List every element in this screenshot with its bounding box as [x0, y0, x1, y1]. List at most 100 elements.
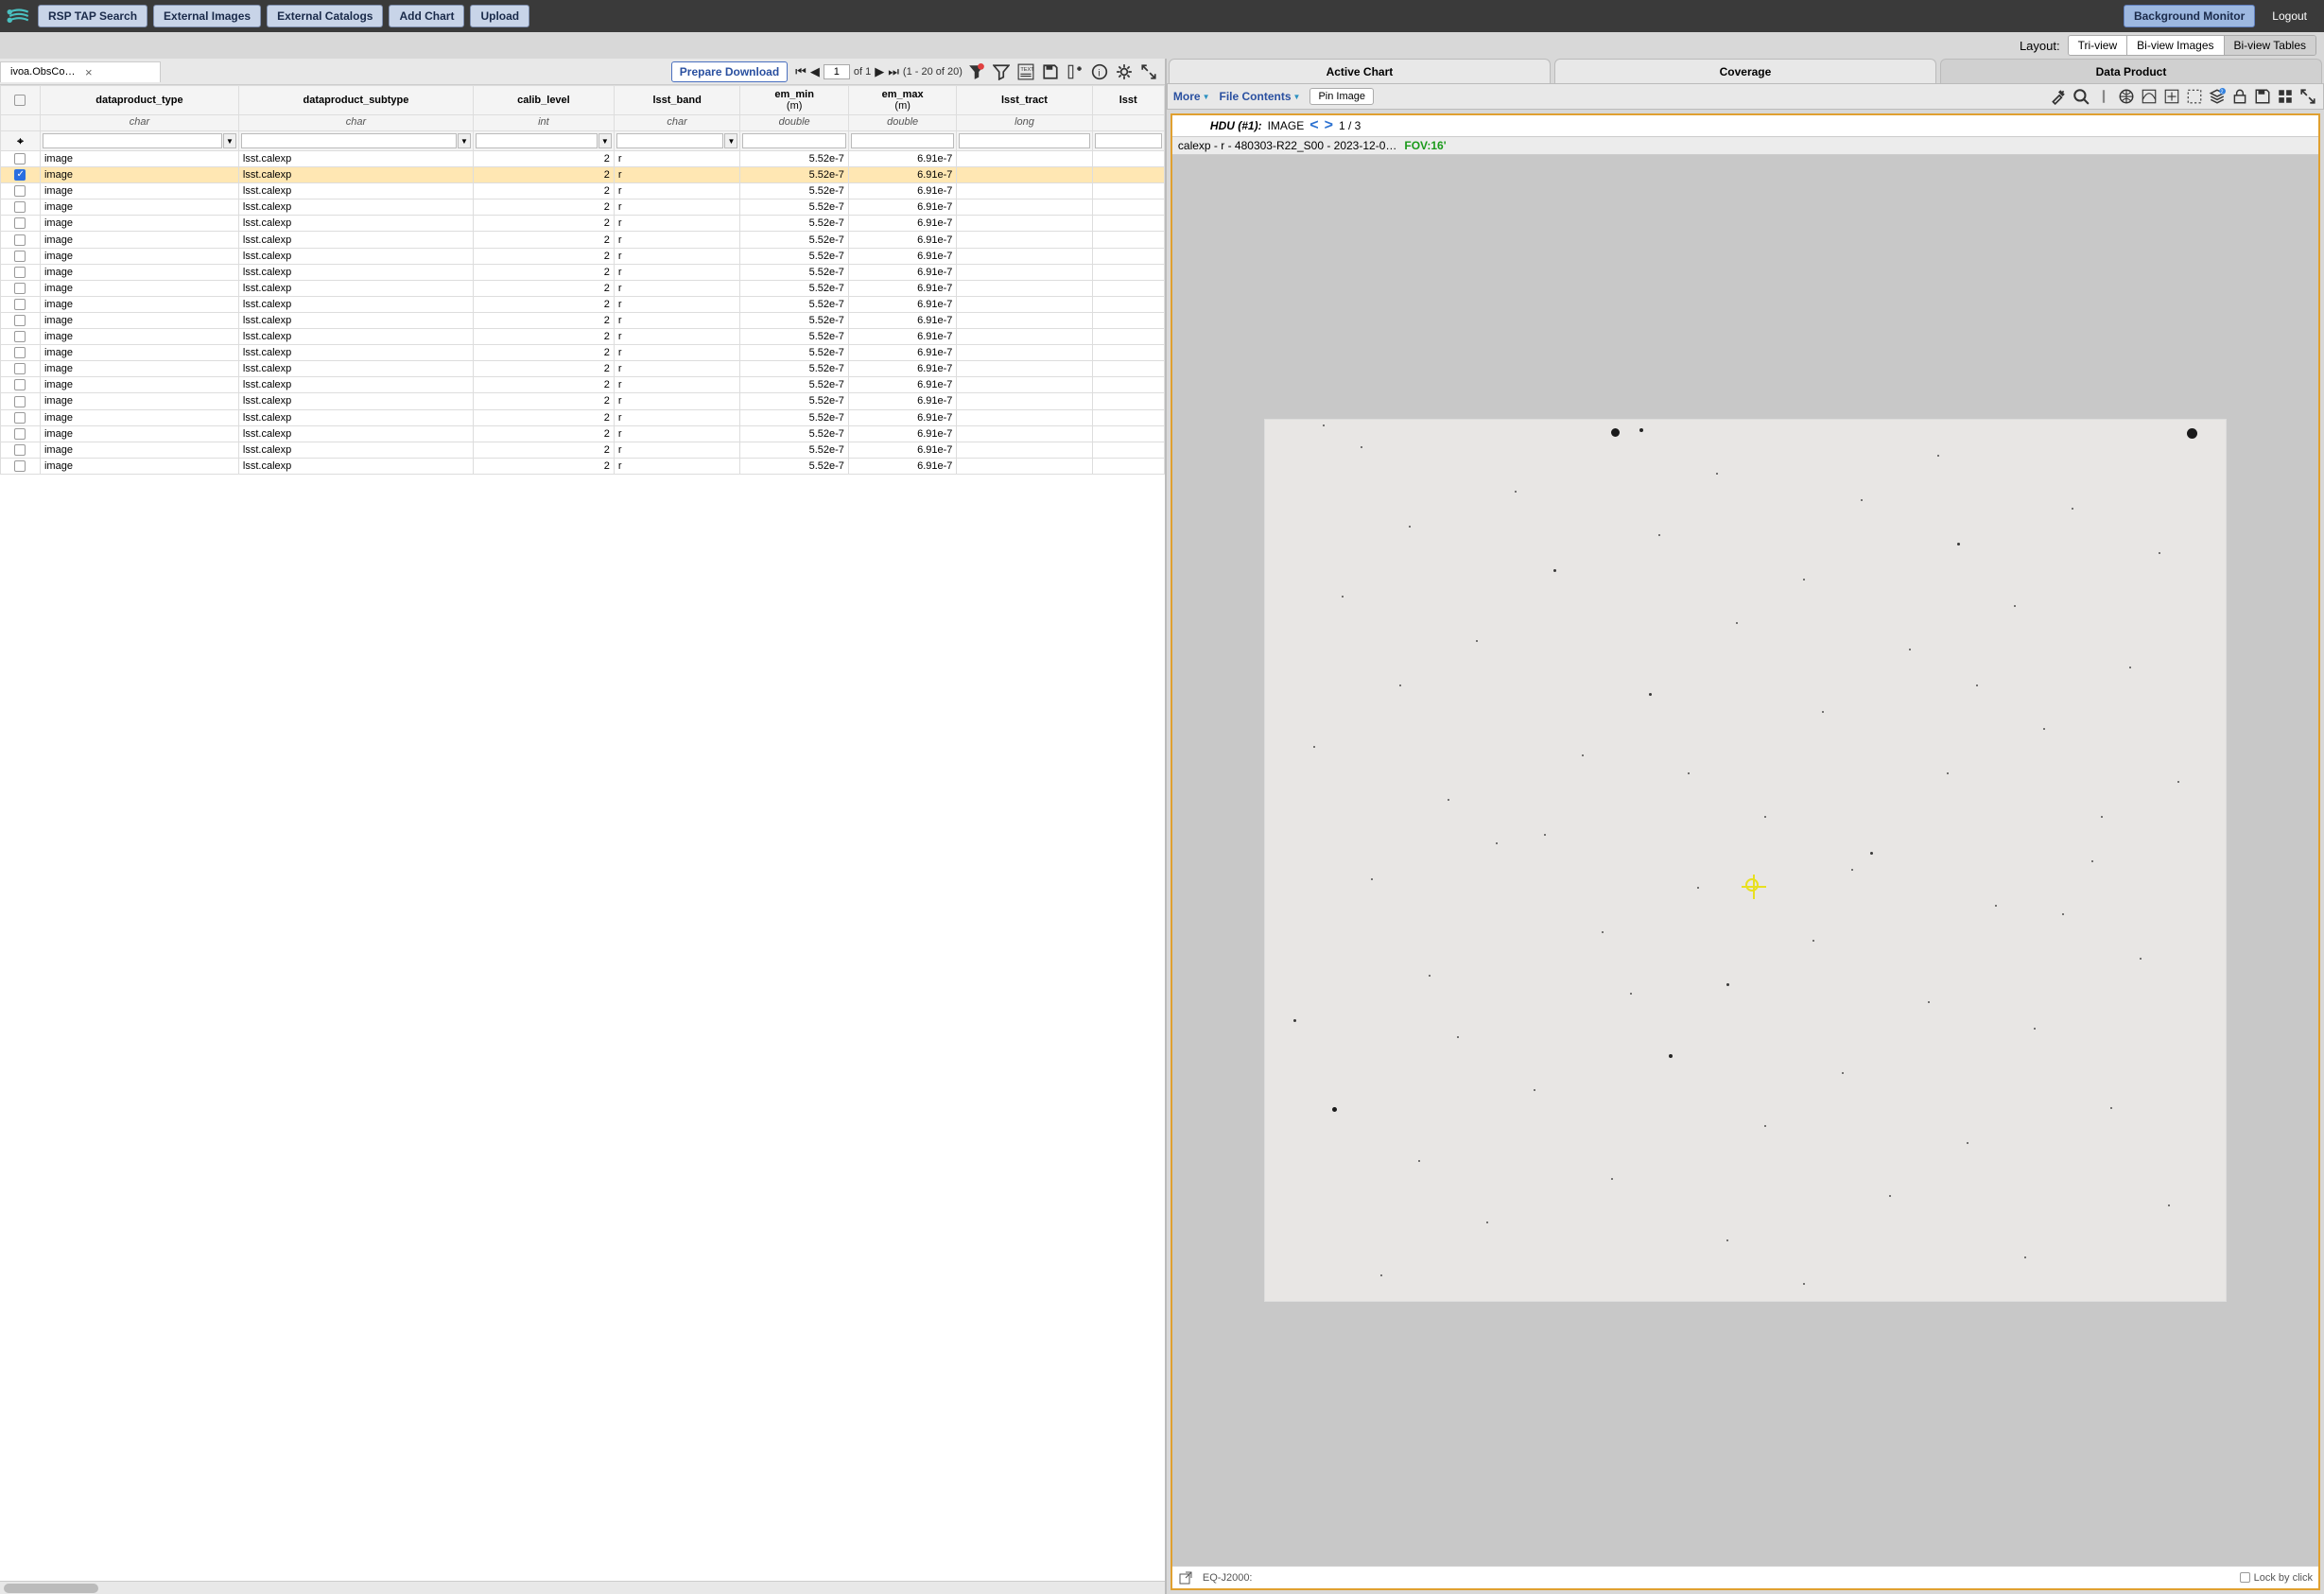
last-page-icon[interactable]: ⏭ [888, 65, 899, 78]
row-checkbox[interactable] [14, 331, 26, 342]
tab-active-chart[interactable]: Active Chart [1169, 59, 1551, 83]
filter-dropdown-dataproduct_subtype[interactable]: ▼ [458, 133, 471, 148]
filter-input-dataproduct_type[interactable] [43, 133, 222, 148]
filter-input-lsst_band[interactable] [616, 133, 724, 148]
file-contents-dropdown[interactable]: File Contents▼ [1220, 90, 1301, 103]
row-checkbox[interactable] [14, 201, 26, 213]
col-header-lsst_tract[interactable]: lsst_tract [957, 86, 1092, 115]
table-row[interactable]: imagelsst.calexp2r5.52e-76.91e-7 [1, 296, 1165, 312]
lock-icon[interactable] [2230, 87, 2249, 106]
row-checkbox[interactable] [14, 153, 26, 165]
row-checkbox[interactable] [14, 363, 26, 374]
row-checkbox[interactable] [14, 412, 26, 424]
table-row[interactable]: imagelsst.calexp2r5.52e-76.91e-7 [1, 393, 1165, 409]
filter-input-lsst[interactable] [1095, 133, 1162, 148]
background-monitor-button[interactable]: Background Monitor [2124, 5, 2255, 27]
text-view-icon[interactable]: TEXT [1017, 63, 1034, 80]
recenter-icon[interactable] [2162, 87, 2181, 106]
table-tab[interactable]: ivoa.ObsCore - data.lsst.cl... × [0, 61, 161, 82]
col-header-calib_level[interactable]: calib_level [473, 86, 614, 115]
col-header-em_min[interactable]: em_min(m) [740, 86, 849, 115]
image-canvas[interactable] [1172, 155, 2318, 1566]
table-row[interactable]: imagelsst.calexp2r5.52e-76.91e-7 [1, 329, 1165, 345]
nav-external-images[interactable]: External Images [153, 5, 261, 27]
row-checkbox[interactable] [14, 234, 26, 246]
expand-viewer-icon[interactable] [2298, 87, 2317, 106]
row-checkbox[interactable] [14, 217, 26, 229]
col-header-lsst_band[interactable]: lsst_band [614, 86, 740, 115]
lock-checkbox[interactable] [2240, 1572, 2250, 1583]
filter-input-dataproduct_subtype[interactable] [241, 133, 457, 148]
col-header-lsst[interactable]: lsst [1092, 86, 1164, 115]
nav-add-chart[interactable]: Add Chart [389, 5, 464, 27]
filter-applied-icon[interactable] [968, 63, 985, 80]
nav-external-catalogs[interactable]: External Catalogs [267, 5, 383, 27]
table-row[interactable]: imagelsst.calexp2r5.52e-76.91e-7 [1, 167, 1165, 183]
filter-input-lsst_tract[interactable] [959, 133, 1089, 148]
logout-link[interactable]: Logout [2261, 9, 2318, 23]
info-icon[interactable]: i [1091, 63, 1108, 80]
row-checkbox[interactable] [14, 347, 26, 358]
filter-input-calib_level[interactable] [476, 133, 598, 148]
table-row[interactable]: imagelsst.calexp2r5.52e-76.91e-7 [1, 377, 1165, 393]
row-checkbox[interactable] [14, 185, 26, 197]
row-checkbox[interactable] [14, 396, 26, 407]
table-row[interactable]: imagelsst.calexp2r5.52e-76.91e-7 [1, 458, 1165, 474]
row-checkbox[interactable] [14, 251, 26, 262]
table-row[interactable]: imagelsst.calexp2r5.52e-76.91e-7 [1, 151, 1165, 167]
lock-by-click[interactable]: Lock by click [2240, 1572, 2313, 1584]
popout-icon[interactable] [1178, 1570, 1193, 1585]
table-row[interactable]: imagelsst.calexp2r5.52e-76.91e-7 [1, 280, 1165, 296]
table-row[interactable]: imagelsst.calexp2r5.52e-76.91e-7 [1, 248, 1165, 264]
table-row[interactable]: imagelsst.calexp2r5.52e-76.91e-7 [1, 312, 1165, 328]
table-row[interactable]: imagelsst.calexp2r5.52e-76.91e-7 [1, 264, 1165, 280]
filter-icon[interactable]: ⌖ [17, 134, 24, 147]
filter-dropdown-calib_level[interactable]: ▼ [598, 133, 612, 148]
row-checkbox[interactable] [14, 169, 26, 181]
row-checkbox[interactable] [14, 299, 26, 310]
expand-icon[interactable] [1140, 63, 1157, 80]
globe-icon[interactable] [2117, 87, 2136, 106]
select-all-checkbox[interactable] [14, 95, 26, 106]
col-header-em_max[interactable]: em_max(m) [848, 86, 957, 115]
nav-upload[interactable]: Upload [470, 5, 529, 27]
next-page-icon[interactable]: ▶ [875, 65, 884, 78]
layout-option-tri-view[interactable]: Tri-view [2069, 36, 2128, 55]
table-row[interactable]: imagelsst.calexp2r5.52e-76.91e-7 [1, 183, 1165, 199]
filter-input-em_min[interactable] [742, 133, 846, 148]
settings-icon[interactable] [1116, 63, 1133, 80]
pin-image-button[interactable]: Pin Image [1309, 88, 1374, 105]
page-input[interactable] [824, 64, 850, 79]
row-checkbox[interactable] [14, 460, 26, 472]
next-hdu-icon[interactable]: > [1325, 118, 1333, 133]
tools-icon[interactable] [2049, 87, 2068, 106]
filter-dropdown-dataproduct_type[interactable]: ▼ [223, 133, 236, 148]
layers-icon[interactable]: 2 [2208, 87, 2227, 106]
layout-option-bi-view-images[interactable]: Bi-view Images [2127, 36, 2224, 55]
save-icon[interactable] [1042, 63, 1059, 80]
table-row[interactable]: imagelsst.calexp2r5.52e-76.91e-7 [1, 425, 1165, 442]
table-row[interactable]: imagelsst.calexp2r5.52e-76.91e-7 [1, 216, 1165, 232]
filter-input-em_max[interactable] [851, 133, 955, 148]
add-column-icon[interactable] [1067, 63, 1084, 80]
table-row[interactable]: imagelsst.calexp2r5.52e-76.91e-7 [1, 232, 1165, 248]
nav-rsp-tap-search[interactable]: RSP TAP Search [38, 5, 147, 27]
prepare-download-button[interactable]: Prepare Download [671, 61, 788, 82]
tab-coverage[interactable]: Coverage [1554, 59, 1936, 83]
tab-data-product[interactable]: Data Product [1940, 59, 2322, 83]
col-header-dataproduct_type[interactable]: dataproduct_type [40, 86, 238, 115]
select-region-icon[interactable] [2185, 87, 2204, 106]
row-checkbox[interactable] [14, 428, 26, 440]
first-page-icon[interactable]: ⏮ [795, 65, 806, 78]
table-row[interactable]: imagelsst.calexp2r5.52e-76.91e-7 [1, 199, 1165, 216]
layout-option-bi-view-tables[interactable]: Bi-view Tables [2225, 36, 2315, 55]
row-checkbox[interactable] [14, 283, 26, 294]
col-header-dataproduct_subtype[interactable]: dataproduct_subtype [238, 86, 473, 115]
close-icon[interactable]: × [85, 66, 152, 78]
filter-icon[interactable] [993, 63, 1010, 80]
table-row[interactable]: imagelsst.calexp2r5.52e-76.91e-7 [1, 442, 1165, 458]
horizontal-scrollbar[interactable] [0, 1581, 1165, 1594]
stretch-icon[interactable] [2140, 87, 2159, 106]
row-checkbox[interactable] [14, 444, 26, 456]
table-row[interactable]: imagelsst.calexp2r5.52e-76.91e-7 [1, 345, 1165, 361]
